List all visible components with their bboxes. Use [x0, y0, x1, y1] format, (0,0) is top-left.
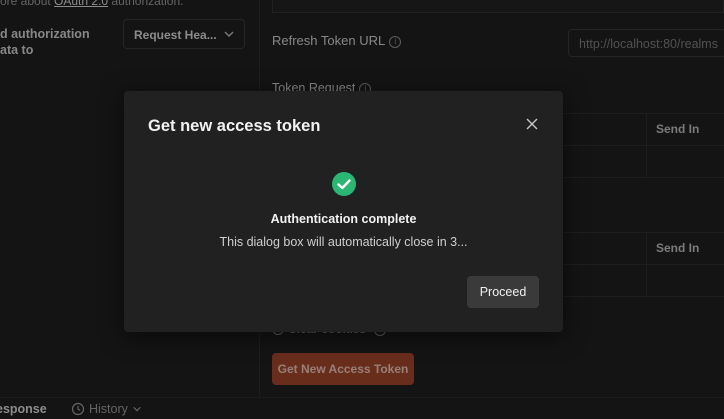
close-icon[interactable]	[525, 117, 539, 131]
check-circle-icon	[332, 172, 356, 196]
get-new-access-token-dialog: Get new access token Authentication comp…	[124, 91, 563, 332]
authentication-status-message: This dialog box will automatically close…	[219, 235, 468, 249]
authentication-status-title: Authentication complete	[270, 212, 417, 226]
proceed-button[interactable]: Proceed	[467, 276, 539, 308]
dialog-title: Get new access token	[148, 117, 321, 135]
